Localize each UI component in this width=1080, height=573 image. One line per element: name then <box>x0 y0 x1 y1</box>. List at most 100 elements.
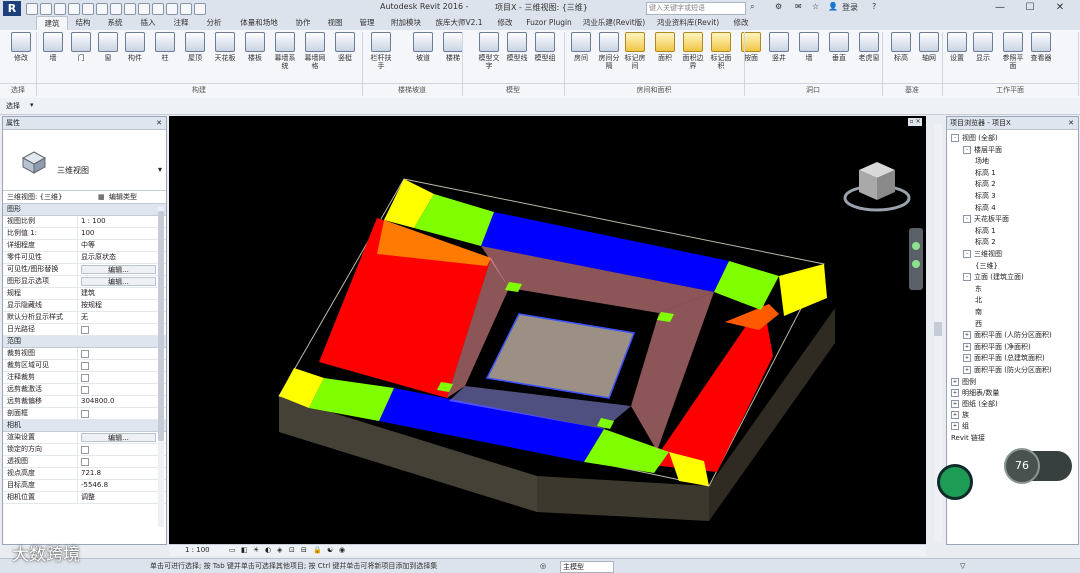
print-icon[interactable] <box>96 3 108 15</box>
ribbon-group-6[interactable]: 基准 <box>882 83 942 97</box>
property-value[interactable]: 按规程 <box>78 300 166 311</box>
property-row[interactable]: 可见性/图形替换 编辑... <box>3 264 166 276</box>
property-value[interactable]: 无 <box>78 312 166 323</box>
tab-5[interactable]: 分析 <box>198 16 230 29</box>
ribbon-button-5[interactable]: 柱 <box>152 32 178 62</box>
property-checkbox[interactable] <box>78 384 166 395</box>
property-row[interactable]: 视点高度 721.8 <box>3 468 166 480</box>
edit-type-button[interactable]: 编辑类型 <box>109 191 137 203</box>
type-selector[interactable]: 三维视图 ▾ <box>3 130 166 191</box>
browser-item[interactable]: - 楼层平面 <box>963 145 1002 155</box>
ribbon-button-18[interactable]: 房间 <box>568 32 594 62</box>
ribbon-button-9[interactable]: 幕墙系统 <box>272 32 298 70</box>
tab-8[interactable]: 视图 <box>320 16 350 29</box>
expand-icon[interactable]: + <box>963 342 971 351</box>
ribbon-button-29[interactable]: 标高 <box>888 32 914 62</box>
ribbon-button-7[interactable]: 天花板 <box>212 32 238 62</box>
section-icon[interactable] <box>166 3 178 15</box>
property-checkbox[interactable] <box>78 324 166 335</box>
crop-visibility-icon[interactable]: ⊟ <box>301 545 307 556</box>
property-row[interactable]: 裁剪区域可见 <box>3 360 166 372</box>
properties-section[interactable]: 相机 <box>3 420 166 432</box>
property-row[interactable]: 透视图 <box>3 456 166 468</box>
tab-15[interactable]: 鸿业资料库(Revit) <box>652 16 724 29</box>
viewcube-icon[interactable] <box>841 156 913 218</box>
ribbon-button-2[interactable]: 门 <box>68 32 94 62</box>
properties-scrollbar[interactable] <box>158 207 164 527</box>
expand-icon[interactable]: + <box>951 388 959 397</box>
properties-section[interactable]: 范围 <box>3 336 166 348</box>
ribbon-button-19[interactable]: 房间分隔 <box>596 32 622 70</box>
property-value[interactable]: 建筑 <box>78 288 166 299</box>
ribbon-button-28[interactable]: 老虎窗 <box>856 32 882 62</box>
minimize-button[interactable]: — <box>985 0 1015 16</box>
property-checkbox[interactable] <box>78 360 166 371</box>
ribbon-group-4[interactable]: 房间和面积 <box>564 83 744 97</box>
close-icon[interactable]: ✕ <box>156 117 162 129</box>
ribbon-button-22[interactable]: 面积边界 <box>680 32 706 70</box>
browser-item[interactable]: - 天花板平面 <box>963 215 1009 224</box>
ribbon-button-32[interactable]: 显示 <box>970 32 996 62</box>
property-row[interactable]: 日光路径 <box>3 324 166 336</box>
property-row[interactable]: 显示隐藏线 按规程 <box>3 300 166 312</box>
browser-item[interactable]: {三维} <box>975 262 998 271</box>
undo-icon[interactable] <box>68 3 80 15</box>
select-dropdown[interactable]: 选择 <box>6 101 20 111</box>
ribbon-button-21[interactable]: 面积 <box>652 32 678 62</box>
user-signin[interactable]: 登录 <box>842 2 858 13</box>
default-3d-view-icon[interactable] <box>152 3 164 15</box>
chevron-down-icon[interactable]: ▾ <box>30 101 34 109</box>
property-row[interactable]: 视图比例 1 : 100 <box>3 216 166 228</box>
property-checkbox[interactable] <box>78 408 166 419</box>
property-row[interactable]: 相机位置 调整 <box>3 492 166 504</box>
floating-green-button[interactable] <box>937 464 973 500</box>
dimension-icon[interactable] <box>124 3 136 15</box>
property-value[interactable]: -5546.8 <box>78 480 166 491</box>
edit-type-icon[interactable]: ▦ <box>98 191 105 203</box>
property-row[interactable]: 剖面框 <box>3 408 166 420</box>
property-row[interactable]: 零件可见性 显示原状态 <box>3 252 166 264</box>
tab-4[interactable]: 注释 <box>166 16 196 29</box>
lock-icon[interactable]: 🔒 <box>313 545 322 556</box>
property-row[interactable]: 详细程度 中等 <box>3 240 166 252</box>
ribbon-button-16[interactable]: 模型线 <box>504 32 530 62</box>
ribbon-button-33[interactable]: 参照平面 <box>1000 32 1026 70</box>
steering-wheel-icon[interactable] <box>912 242 920 250</box>
tab-12[interactable]: 修改 <box>490 16 520 29</box>
tab-2[interactable]: 系统 <box>100 16 130 29</box>
browser-item[interactable]: - 三维视图 <box>963 250 1002 259</box>
expand-icon[interactable]: + <box>951 400 959 408</box>
ribbon-button-6[interactable]: 屋顶 <box>182 32 208 62</box>
render-icon[interactable]: ◈ <box>277 545 282 556</box>
tab-7[interactable]: 协作 <box>288 16 318 29</box>
property-row[interactable]: 锁定的方向 <box>3 444 166 456</box>
browser-item[interactable]: + 面积平面 (总建筑面积) <box>963 354 1045 363</box>
ribbon-button-1[interactable]: 墙 <box>40 32 66 62</box>
browser-item[interactable]: + 图例 <box>951 377 976 387</box>
property-value[interactable]: 中等 <box>78 240 166 251</box>
tab-1[interactable]: 结构 <box>68 16 98 29</box>
browser-item[interactable]: 标高 2 <box>975 180 996 189</box>
collapse-icon[interactable]: - <box>963 215 971 224</box>
browser-item[interactable]: 标高 2 <box>975 238 996 247</box>
property-checkbox[interactable] <box>78 348 166 359</box>
user-icon[interactable]: 👤 <box>828 2 838 11</box>
favorites-icon[interactable]: ☆ <box>812 2 819 11</box>
browser-item[interactable]: + 面积平面 (净面积) <box>963 342 1031 352</box>
property-row[interactable]: 目标高度 -5546.8 <box>3 480 166 492</box>
model-selector[interactable]: 主模型 <box>560 561 614 573</box>
detail-level-icon[interactable]: ▭ <box>229 545 236 556</box>
properties-section[interactable]: 图形 <box>3 204 166 216</box>
ribbon-button-15[interactable]: 模型文字 <box>476 32 502 70</box>
browser-item[interactable]: - 视图 (全部) <box>951 134 998 143</box>
ribbon-button-3[interactable]: 窗 <box>95 32 121 62</box>
redo-icon[interactable] <box>82 3 94 15</box>
tab-14[interactable]: 鸿业乐建(Revit版) <box>578 16 650 29</box>
shadows-icon[interactable]: ◐ <box>265 545 271 556</box>
open-icon[interactable] <box>26 3 38 15</box>
browser-item[interactable]: 场地 <box>975 157 989 166</box>
ribbon-group-0[interactable]: 选择 <box>0 83 36 97</box>
browser-item[interactable]: Revit 链接 <box>951 434 985 443</box>
checkbox-icon[interactable] <box>81 374 89 382</box>
ribbon-button-13[interactable]: 坡道 <box>410 32 436 62</box>
